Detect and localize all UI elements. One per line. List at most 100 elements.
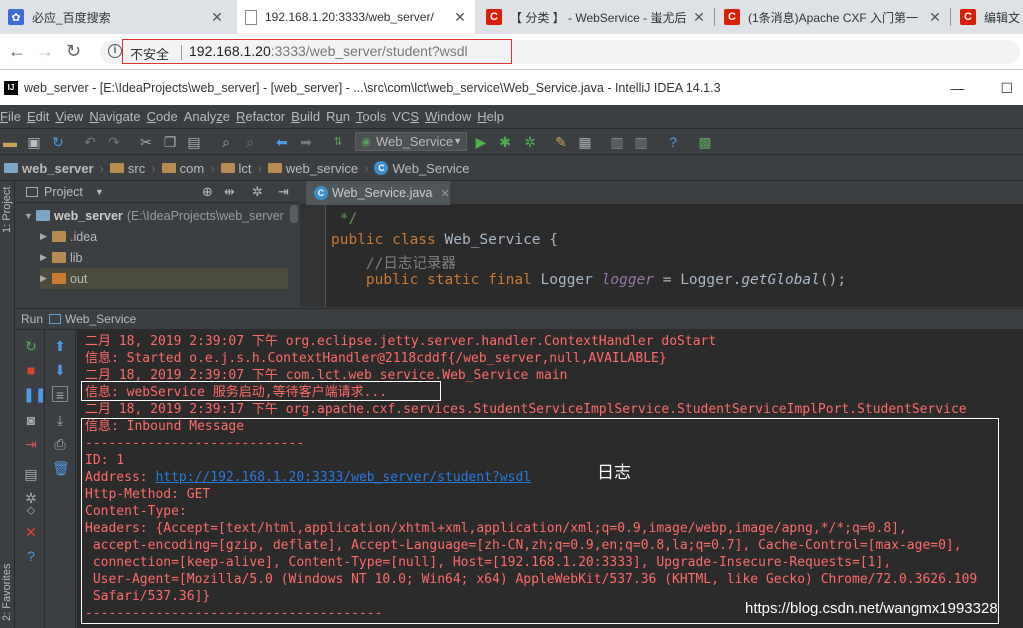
menu-item[interactable]: Run [326, 109, 356, 124]
close-icon[interactable]: ✕ [690, 9, 708, 26]
gear-icon[interactable]: ✲ [252, 184, 263, 200]
tree-item-lib[interactable]: ▶ lib [40, 247, 83, 268]
info-icon[interactable]: i [108, 44, 122, 58]
menu-item[interactable]: Build [291, 109, 326, 124]
trash-icon[interactable]: 🗑 [52, 460, 70, 476]
browser-tab-baidu[interactable]: ✿ 必应_百度搜索 ✕ [0, 0, 232, 34]
project-view-label[interactable]: Project [44, 185, 83, 199]
open-folder-icon[interactable]: ▬ [2, 134, 18, 150]
pin-icon[interactable]: ⬦ [23, 502, 39, 518]
browser-tab-csdn-edit[interactable]: C 编辑文 [952, 0, 1023, 34]
plugin-icon[interactable]: ▩ [697, 134, 713, 150]
soft-wrap-icon[interactable]: ≡ [52, 386, 68, 403]
exit-icon[interactable]: ⇥ [23, 436, 39, 452]
browser-tab-csdn-cxf[interactable]: C (1条消息)Apache CXF 入门第一 ✕ [716, 0, 950, 34]
menu-item[interactable]: View [55, 109, 89, 124]
stop-icon[interactable]: ■ [23, 362, 39, 378]
tree-item-out[interactable]: ▶ out [40, 268, 288, 289]
menu-item[interactable]: Window [425, 109, 477, 124]
rerun-icon[interactable]: ↻ [23, 338, 39, 354]
reload-icon[interactable]: ↻ [66, 41, 81, 62]
tree-root-path: (E:\IdeaProjects\web_server [126, 208, 284, 223]
sdk-icon[interactable]: ▥ [609, 134, 625, 150]
favorites-tool-button[interactable]: 2: Favorites [1, 564, 13, 621]
build-icon[interactable]: ⇅ [330, 134, 346, 150]
menu-item[interactable]: Edit [27, 109, 55, 124]
close-icon[interactable]: ✕ [23, 524, 39, 540]
back-nav-icon[interactable]: ⬅ [274, 134, 290, 150]
back-arrow-icon[interactable]: ← [8, 41, 26, 62]
redo-icon[interactable]: ↷ [106, 134, 122, 150]
menu-item[interactable]: Navigate [89, 109, 146, 124]
paste-icon[interactable]: ▤ [186, 134, 202, 150]
find-icon[interactable]: ⌕ [218, 134, 234, 150]
menu-item[interactable]: Analyze [184, 109, 236, 124]
menu-item[interactable]: Refactor [236, 109, 291, 124]
code-line-comment[interactable]: //日志记录器 [331, 252, 456, 273]
breadcrumb-item[interactable]: web_service [267, 161, 362, 176]
hide-icon[interactable]: ⇥ [278, 184, 289, 200]
collapsed-arrow-icon[interactable]: ▶ [40, 231, 52, 242]
help-icon[interactable]: ? [23, 548, 39, 564]
menu-item[interactable]: Code [147, 109, 184, 124]
tasks-icon[interactable]: ▥ [633, 134, 649, 150]
expanded-arrow-icon[interactable]: ▼ [24, 211, 36, 221]
menu-item[interactable]: Tools [356, 109, 392, 124]
browser-tab-csdn-category[interactable]: C 【 分类 】 - WebService - 蚩尤后 ✕ [478, 0, 714, 34]
scroll-end-icon[interactable]: ⤓ [52, 412, 68, 428]
dump-threads-icon[interactable]: ◙ [23, 412, 39, 428]
copy-icon[interactable]: ❐ [162, 134, 178, 150]
breadcrumb-item[interactable]: web_server [0, 161, 98, 176]
pause-icon[interactable]: ❚❚ [23, 386, 46, 402]
close-icon[interactable]: ✕ [926, 9, 944, 26]
target-icon[interactable]: ⊕ [202, 184, 213, 200]
save-icon[interactable]: ▣ [26, 134, 42, 150]
browser-tab-wsdl[interactable]: 192.168.1.20:3333/web_server/ ✕ [237, 0, 475, 34]
breadcrumb-item[interactable]: lct [220, 161, 256, 176]
replace-icon[interactable]: ⌕ [242, 134, 258, 150]
cut-icon[interactable]: ✂ [138, 134, 154, 150]
tree-item-idea[interactable]: ▶ .idea [40, 226, 97, 247]
breadcrumb-item[interactable]: com [161, 161, 209, 176]
undo-icon[interactable]: ↶ [82, 134, 98, 150]
close-icon[interactable]: ✕ [208, 9, 226, 26]
coverage-icon[interactable]: ✲ [522, 134, 538, 150]
collapse-icon[interactable]: ⇹ [224, 184, 235, 200]
tree-root-web-server[interactable]: ▼ web_server (E:\IdeaProjects\web_server [24, 205, 284, 226]
up-arrow-icon[interactable]: ⬆ [52, 338, 68, 354]
layout-icon[interactable]: ▤ [23, 466, 39, 482]
project-tool-button[interactable]: 1: Project [1, 187, 13, 233]
settings-icon[interactable]: ✎ [553, 134, 569, 150]
run-icon[interactable]: ▶ [473, 134, 489, 150]
print-icon[interactable]: ⎙ [52, 436, 68, 452]
chevron-down-icon[interactable]: ▼ [95, 187, 104, 197]
collapsed-arrow-icon[interactable]: ▶ [40, 273, 52, 284]
sync-icon[interactable]: ↻ [50, 134, 66, 150]
code-line-class-decl[interactable]: public class Web_Service { [331, 232, 558, 248]
forward-nav-icon[interactable]: ➡ [298, 134, 314, 150]
close-icon[interactable]: ✕ [451, 9, 469, 26]
maximize-icon[interactable]: ☐ [1000, 80, 1013, 97]
ide-title-bar: IJ web_server - [E:\IdeaProjects\web_ser… [0, 70, 1023, 106]
menu-item[interactable]: File [0, 109, 27, 124]
down-arrow-icon[interactable]: ⬇ [52, 362, 68, 378]
code-line-comment-end[interactable]: */ [331, 211, 357, 227]
breadcrumb-item[interactable]: C Web_Service [374, 161, 473, 176]
help-icon[interactable]: ? [665, 134, 681, 150]
menu-item[interactable]: VCS [392, 109, 425, 124]
collapsed-arrow-icon[interactable]: ▶ [40, 252, 52, 263]
menu-item[interactable]: Help [477, 109, 510, 124]
breadcrumb-item[interactable]: src [109, 161, 149, 176]
scrollbar-thumb[interactable] [290, 205, 298, 223]
run-tab-label[interactable]: Web_Service [65, 312, 136, 326]
minimize-icon[interactable]: — [950, 80, 964, 97]
url-text[interactable]: 192.168.1.20:3333/web_server/student?wsd… [189, 43, 468, 59]
debug-icon[interactable]: ✱ [497, 134, 513, 150]
run-console[interactable]: 二月 18, 2019 2:39:07 下午 org.eclipse.jetty… [77, 330, 1023, 628]
close-icon[interactable]: ✕ [441, 187, 450, 200]
tab-web-service-java[interactable]: C Web_Service.java ✕ [306, 181, 450, 205]
code-line-logger[interactable]: public static final Logger logger = Logg… [331, 272, 901, 288]
paw-icon: ✿ [8, 9, 24, 25]
project-structure-icon[interactable]: ▦ [577, 134, 593, 150]
forward-arrow-icon[interactable]: → [36, 41, 54, 62]
